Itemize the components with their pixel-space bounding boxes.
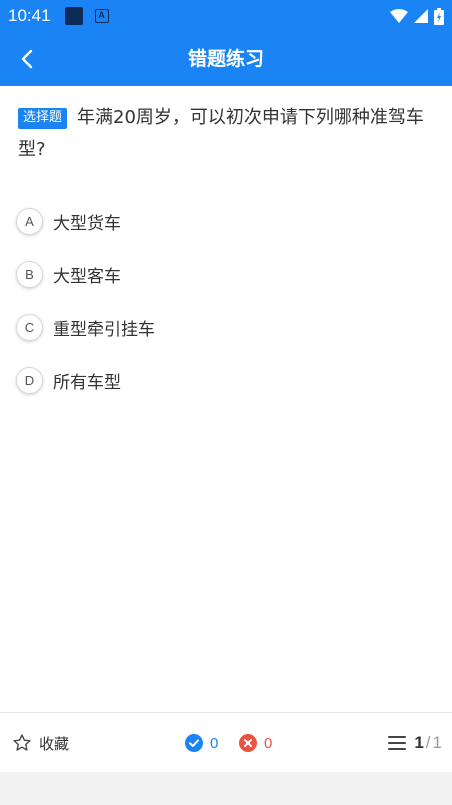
- notification-a-icon: A: [94, 9, 109, 23]
- option-letter: D: [16, 367, 43, 394]
- option-text: 大型货车: [53, 214, 121, 234]
- question: 选择题 年满20周岁，可以初次申请下列哪种准驾车型?: [18, 102, 438, 166]
- progress-total: 1: [432, 733, 442, 752]
- option-letter: A: [16, 208, 43, 235]
- correct-count: 0: [185, 713, 218, 773]
- option-letter: B: [16, 261, 43, 288]
- status-time: 10:41: [8, 6, 51, 25]
- wrong-count: 0: [239, 713, 272, 773]
- status-bar: 10:41 A: [0, 0, 452, 32]
- option-a[interactable]: A 大型货车: [16, 195, 436, 248]
- favorite-button[interactable]: 收藏: [12, 713, 69, 773]
- x-circle-icon: [239, 734, 257, 752]
- battery-icon: [434, 7, 444, 25]
- wrong-count-value: 0: [264, 734, 273, 752]
- option-b[interactable]: B 大型客车: [16, 248, 436, 301]
- progress-separator: /: [425, 733, 431, 752]
- status-icons: [390, 7, 444, 25]
- option-d[interactable]: D 所有车型: [16, 354, 436, 407]
- option-list: A 大型货车 B 大型客车 C 重型牵引挂车 D 所有车型: [16, 195, 436, 407]
- option-text: 大型客车: [53, 267, 121, 287]
- navigation-bar-area: [0, 772, 452, 805]
- star-icon: [13, 734, 31, 751]
- correct-count-value: 0: [210, 734, 219, 752]
- wifi-icon: [390, 9, 408, 23]
- option-letter: C: [16, 314, 43, 341]
- back-button[interactable]: [10, 42, 44, 76]
- question-progress[interactable]: 1 / 1: [388, 713, 442, 773]
- notification-app-icon: [64, 7, 83, 25]
- chevron-left-icon: [21, 49, 33, 69]
- list-icon: [388, 736, 407, 750]
- progress-current: 1: [414, 733, 424, 752]
- bottom-bar: 收藏 0 0 1 / 1: [0, 712, 452, 772]
- check-circle-icon: [185, 734, 203, 752]
- question-text: 年满20周岁，可以初次申请下列哪种准驾车型?: [18, 107, 424, 160]
- option-c[interactable]: C 重型牵引挂车: [16, 301, 436, 354]
- option-text: 重型牵引挂车: [53, 320, 155, 340]
- option-text: 所有车型: [53, 373, 121, 393]
- signal-icon: [414, 9, 428, 23]
- favorite-label: 收藏: [39, 734, 70, 753]
- question-type-badge: 选择题: [18, 108, 68, 129]
- app-bar: 错题练习: [0, 32, 452, 86]
- page-title: 错题练习: [187, 48, 264, 70]
